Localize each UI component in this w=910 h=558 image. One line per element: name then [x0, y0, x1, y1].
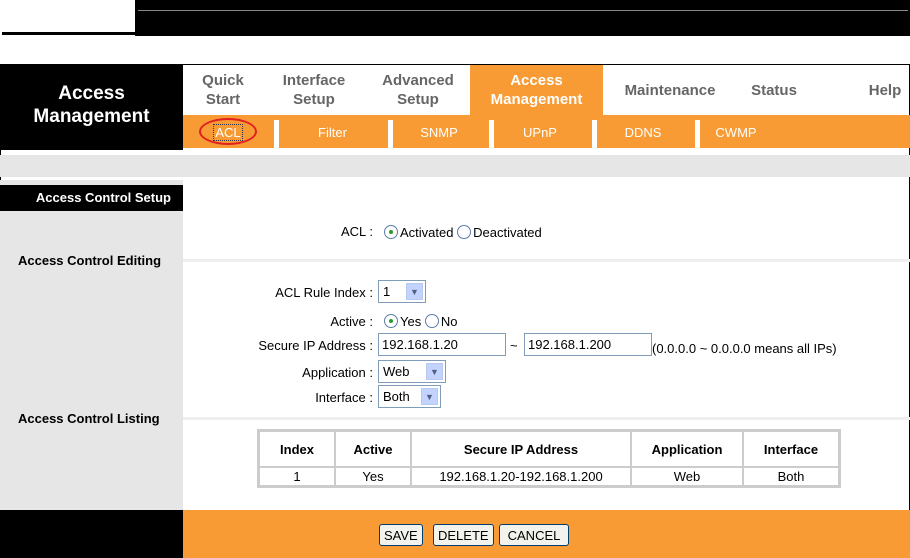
tab-label: Access — [510, 72, 563, 89]
tab-status[interactable]: Status — [740, 65, 808, 115]
active-label: Active : — [330, 314, 373, 329]
application-label: Application : — [302, 365, 373, 380]
chevron-down-icon: ▼ — [426, 363, 443, 380]
radio-activated-icon[interactable] — [384, 225, 398, 239]
table-row: 1 Yes 192.168.1.20-192.168.1.200 Web Bot… — [259, 467, 839, 486]
ip-hint: (0.0.0.0 ~ 0.0.0.0 means all IPs) — [652, 341, 837, 356]
header-active: Active — [335, 431, 411, 467]
select-value: Web — [383, 364, 410, 379]
interface-select[interactable]: Both ▼ — [378, 385, 441, 408]
yes-label: Yes — [400, 314, 422, 329]
subtab-cwmp[interactable]: CWMP — [701, 118, 771, 148]
activated-label: Activated — [400, 225, 454, 240]
tab-label: Start — [205, 91, 241, 108]
tab-label: Management — [490, 91, 583, 108]
header-application: Application — [631, 431, 743, 467]
acl-radio-group: Activated Deactivated — [384, 225, 542, 240]
ip-start-input[interactable]: 192.168.1.20 — [378, 333, 506, 356]
interface-label: Interface : — [315, 390, 373, 405]
select-value: Both — [383, 389, 410, 404]
chevron-down-icon: ▼ — [421, 388, 438, 405]
sidebar-access-control-editing: Access Control Editing — [18, 253, 162, 268]
tab-interface-setup[interactable]: Interface Setup — [270, 65, 358, 115]
divider — [183, 417, 910, 420]
sidebar-access-control-listing: Access Control Listing — [18, 411, 160, 426]
acl-table: Index Active Secure IP Address Applicati… — [257, 429, 841, 488]
tab-maintenance[interactable]: Maintenance — [612, 65, 728, 115]
tab-label: Interface — [282, 72, 346, 89]
active-radio-group: Yes No — [384, 314, 457, 329]
title-line1: Access — [58, 83, 125, 104]
cell-secure-ip: 192.168.1.20-192.168.1.200 — [411, 467, 631, 486]
tab-label: Setup — [293, 91, 335, 108]
ip-label: Secure IP Address : — [258, 338, 373, 353]
header-secure-ip: Secure IP Address — [411, 431, 631, 467]
divider — [2, 32, 137, 35]
page-title: Access Management — [0, 65, 183, 150]
highlight-circle — [199, 118, 257, 145]
subtab-upnp[interactable]: UPnP — [495, 118, 585, 148]
deactivated-label: Deactivated — [473, 225, 542, 240]
tilde: ~ — [510, 338, 518, 353]
tab-label: Setup — [397, 91, 439, 108]
tab-label: Maintenance — [624, 81, 716, 99]
header-interface: Interface — [743, 431, 839, 467]
tab-label: Help — [868, 81, 902, 99]
separator — [695, 120, 700, 148]
tab-label: Advanced — [382, 72, 454, 89]
radio-yes-icon[interactable] — [384, 314, 398, 328]
sidebar-access-control-setup: Access Control Setup — [0, 185, 183, 211]
radio-no-icon[interactable] — [424, 314, 439, 328]
tab-advanced-setup[interactable]: Advanced Setup — [370, 65, 466, 115]
ip-end-input[interactable]: 192.168.1.200 — [524, 333, 652, 356]
subtab-filter[interactable]: Filter — [280, 118, 385, 148]
tab-access-management[interactable]: Access Management — [470, 65, 603, 115]
title-line2: Management — [33, 106, 150, 127]
tab-label: Quick — [202, 72, 244, 89]
tab-label: Status — [751, 81, 797, 99]
sidebar — [0, 180, 183, 510]
divider — [183, 259, 910, 262]
separator — [274, 120, 279, 148]
select-value: 1 — [383, 284, 391, 299]
delete-button[interactable]: DELETE — [433, 524, 494, 546]
separator — [489, 120, 494, 148]
no-label: No — [440, 314, 458, 329]
save-button[interactable]: SAVE — [379, 524, 423, 546]
subtab-ddns[interactable]: DDNS — [598, 118, 688, 148]
footer-left — [0, 510, 183, 558]
cancel-button[interactable]: CANCEL — [499, 524, 569, 546]
tab-help[interactable]: Help — [860, 65, 910, 115]
cell-application: Web — [631, 467, 743, 486]
header-index: Index — [259, 431, 335, 467]
top-banner — [135, 0, 910, 36]
separator — [388, 120, 393, 148]
rule-index-label: ACL Rule Index : — [275, 285, 373, 300]
subtab-snmp[interactable]: SNMP — [394, 118, 484, 148]
acl-label: ACL : — [340, 224, 373, 239]
cell-interface: Both — [743, 467, 839, 486]
radio-deactivated-icon[interactable] — [457, 225, 472, 239]
cell-index: 1 — [259, 467, 335, 486]
separator — [592, 120, 597, 148]
tab-quick-start[interactable]: Quick Start — [190, 65, 256, 115]
gray-band — [0, 155, 910, 177]
chevron-down-icon: ▼ — [406, 283, 423, 300]
table-header-row: Index Active Secure IP Address Applicati… — [259, 431, 839, 467]
rule-index-select[interactable]: 1 ▼ — [378, 280, 426, 303]
cell-active: Yes — [335, 467, 411, 486]
application-select[interactable]: Web ▼ — [378, 360, 446, 383]
